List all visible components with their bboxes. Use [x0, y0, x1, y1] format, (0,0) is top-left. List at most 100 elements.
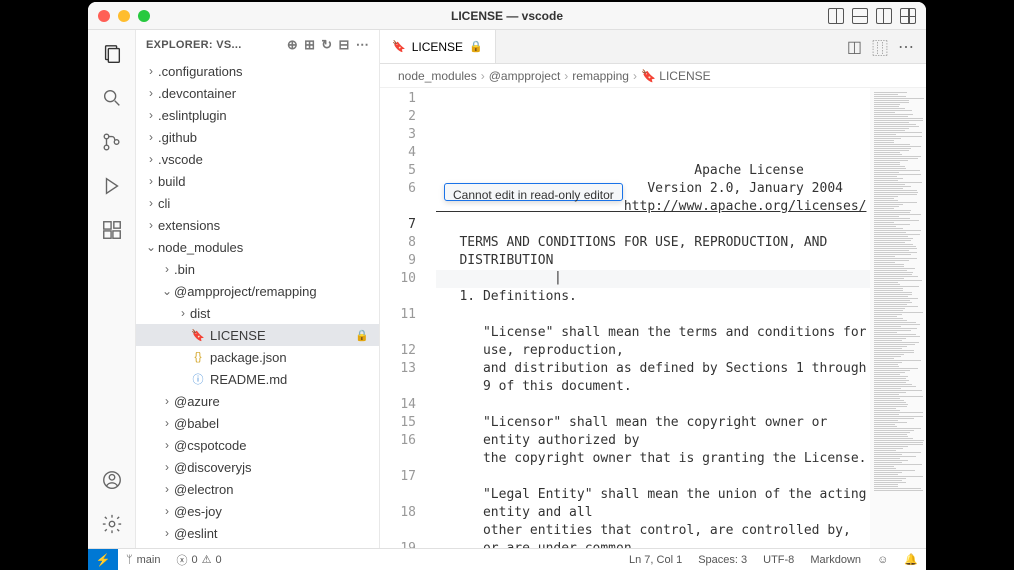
customize-layout-icon[interactable] — [900, 8, 916, 24]
breadcrumb[interactable]: node_modules›@ampproject›remapping›🔖 LIC… — [380, 64, 926, 88]
minimize-window-icon[interactable] — [118, 10, 130, 22]
new-folder-icon[interactable]: ⊞ — [304, 37, 315, 53]
tab-label: LICENSE — [412, 40, 463, 54]
chevron-right-icon: › — [633, 69, 637, 83]
remote-button[interactable]: ⚡ — [88, 549, 118, 570]
run-debug-icon[interactable] — [100, 174, 124, 198]
split-editor-icon[interactable]: ◫ — [847, 37, 862, 57]
split-editor-down-icon[interactable]: ⿲ — [872, 35, 888, 59]
folder-@electron[interactable]: ›@electron — [136, 478, 379, 500]
chevron-right-icon: › — [160, 482, 174, 496]
extensions-icon[interactable] — [100, 218, 124, 242]
activity-bar — [88, 30, 136, 548]
file-LICENSE[interactable]: 🔖LICENSE🔒 — [136, 324, 379, 346]
git-branch[interactable]: ᛘ main — [118, 554, 168, 566]
branch-icon: ᛘ — [126, 554, 133, 566]
chevron-right-icon: › — [144, 174, 158, 188]
folder-@babel[interactable]: ›@babel — [136, 412, 379, 434]
chevron-right-icon: › — [160, 416, 174, 430]
folder-build[interactable]: ›build — [136, 170, 379, 192]
toggle-panel-icon[interactable] — [852, 8, 868, 24]
chevron-right-icon: › — [160, 262, 174, 276]
breadcrumb-segment[interactable]: remapping — [572, 69, 629, 83]
folder-@eslint[interactable]: ›@eslint — [136, 522, 379, 544]
chevron-right-icon: › — [176, 306, 190, 320]
folder-@ampproject/remapping[interactable]: ⌄@ampproject/remapping — [136, 280, 379, 302]
close-window-icon[interactable] — [98, 10, 110, 22]
lock-icon: 🔒 — [355, 329, 369, 342]
toggle-secondary-sidebar-icon[interactable] — [876, 8, 892, 24]
chevron-right-icon: › — [144, 86, 158, 100]
tab-license[interactable]: 🔖 LICENSE 🔒 — [380, 30, 496, 63]
chevron-right-icon: › — [160, 504, 174, 518]
language-mode[interactable]: Markdown — [802, 554, 869, 566]
more-actions-icon[interactable]: ⋯ — [356, 37, 369, 53]
file-tree[interactable]: ›.configurations›.devcontainer›.eslintpl… — [136, 60, 379, 548]
cursor-position[interactable]: Ln 7, Col 1 — [621, 554, 690, 566]
folder-.configurations[interactable]: ›.configurations — [136, 60, 379, 82]
file-type-icon: {} — [190, 351, 206, 363]
minimap[interactable] — [870, 88, 926, 548]
chevron-right-icon: › — [144, 218, 158, 232]
settings-gear-icon[interactable] — [100, 512, 124, 536]
code-editor[interactable]: 12345678910111213141516171819 Apache Lic… — [380, 88, 926, 548]
collapse-icon[interactable]: ⊟ — [338, 37, 349, 53]
search-icon[interactable] — [100, 86, 124, 110]
file-type-icon: 🔖 — [392, 40, 406, 53]
explorer-header: EXPLORER: VS... ⊕ ⊞ ↻ ⊟ ⋯ — [136, 30, 379, 60]
warning-icon: ⚠ — [202, 553, 212, 566]
status-bar: ⚡ ᛘ main ⓧ0 ⚠0 Ln 7, Col 1 Spaces: 3 UTF… — [88, 548, 926, 570]
editor-group: 🔖 LICENSE 🔒 ◫ ⿲ ⋯ node_modules › @ampproje… — [380, 30, 926, 548]
more-editor-actions-icon[interactable]: ⋯ — [898, 37, 914, 57]
new-file-icon[interactable]: ⊕ — [287, 37, 298, 53]
breadcrumb-segment[interactable]: 🔖 LICENSE — [641, 69, 711, 83]
folder-@cspotcode[interactable]: ›@cspotcode — [136, 434, 379, 456]
maximize-window-icon[interactable] — [138, 10, 150, 22]
file-type-icon: ⓘ — [190, 371, 206, 387]
refresh-icon[interactable]: ↻ — [321, 37, 332, 53]
feedback-icon[interactable]: ☺ — [869, 554, 896, 566]
titlebar: LICENSE — vscode — [88, 2, 926, 30]
chevron-right-icon: › — [160, 526, 174, 540]
breadcrumb-segment[interactable]: node_modules — [398, 69, 477, 83]
chevron-right-icon: › — [144, 130, 158, 144]
indentation[interactable]: Spaces: 3 — [690, 554, 755, 566]
explorer-sidebar: EXPLORER: VS... ⊕ ⊞ ↻ ⊟ ⋯ ›.configuratio… — [136, 30, 380, 548]
explorer-title: EXPLORER: VS... — [146, 39, 242, 51]
folder-@discoveryjs[interactable]: ›@discoveryjs — [136, 456, 379, 478]
encoding[interactable]: UTF-8 — [755, 554, 802, 566]
folder-@azure[interactable]: ›@azure — [136, 390, 379, 412]
folder-dist[interactable]: ›dist — [136, 302, 379, 324]
folder-.github[interactable]: ›.github — [136, 126, 379, 148]
toggle-primary-sidebar-icon[interactable] — [828, 8, 844, 24]
explorer-icon[interactable] — [100, 42, 124, 66]
chevron-down-icon: ⌄ — [160, 284, 174, 298]
folder-cli[interactable]: ›cli — [136, 192, 379, 214]
folder-extensions[interactable]: ›extensions — [136, 214, 379, 236]
folder-.vscode[interactable]: ›.vscode — [136, 148, 379, 170]
accounts-icon[interactable] — [100, 468, 124, 492]
folder-node_modules[interactable]: ⌄node_modules — [136, 236, 379, 258]
folder-.devcontainer[interactable]: ›.devcontainer — [136, 82, 379, 104]
notifications-icon[interactable]: 🔔 — [896, 553, 926, 566]
error-icon: ⓧ — [176, 552, 187, 568]
folder-@es-joy[interactable]: ›@es-joy — [136, 500, 379, 522]
chevron-right-icon: › — [160, 394, 174, 408]
line-gutter: 12345678910111213141516171819 — [380, 88, 436, 548]
chevron-right-icon: › — [144, 108, 158, 122]
source-control-icon[interactable] — [100, 130, 124, 154]
chevron-right-icon: › — [144, 196, 158, 210]
breadcrumb-segment[interactable]: @ampproject — [489, 69, 561, 83]
chevron-right-icon: › — [481, 69, 485, 83]
file-package.json[interactable]: {}package.json — [136, 346, 379, 368]
file-README.md[interactable]: ⓘREADME.md — [136, 368, 379, 390]
folder-.bin[interactable]: ›.bin — [136, 258, 379, 280]
chevron-down-icon: ⌄ — [144, 240, 158, 254]
window-controls — [98, 10, 150, 22]
readonly-tooltip: Cannot edit in read-only editor — [444, 183, 623, 201]
window-title: LICENSE — vscode — [451, 9, 563, 23]
chevron-right-icon: › — [144, 152, 158, 166]
folder-.eslintplugin[interactable]: ›.eslintplugin — [136, 104, 379, 126]
problems[interactable]: ⓧ0 ⚠0 — [168, 552, 229, 568]
code-content[interactable]: Apache License Version 2.0, January 2004… — [436, 88, 870, 548]
